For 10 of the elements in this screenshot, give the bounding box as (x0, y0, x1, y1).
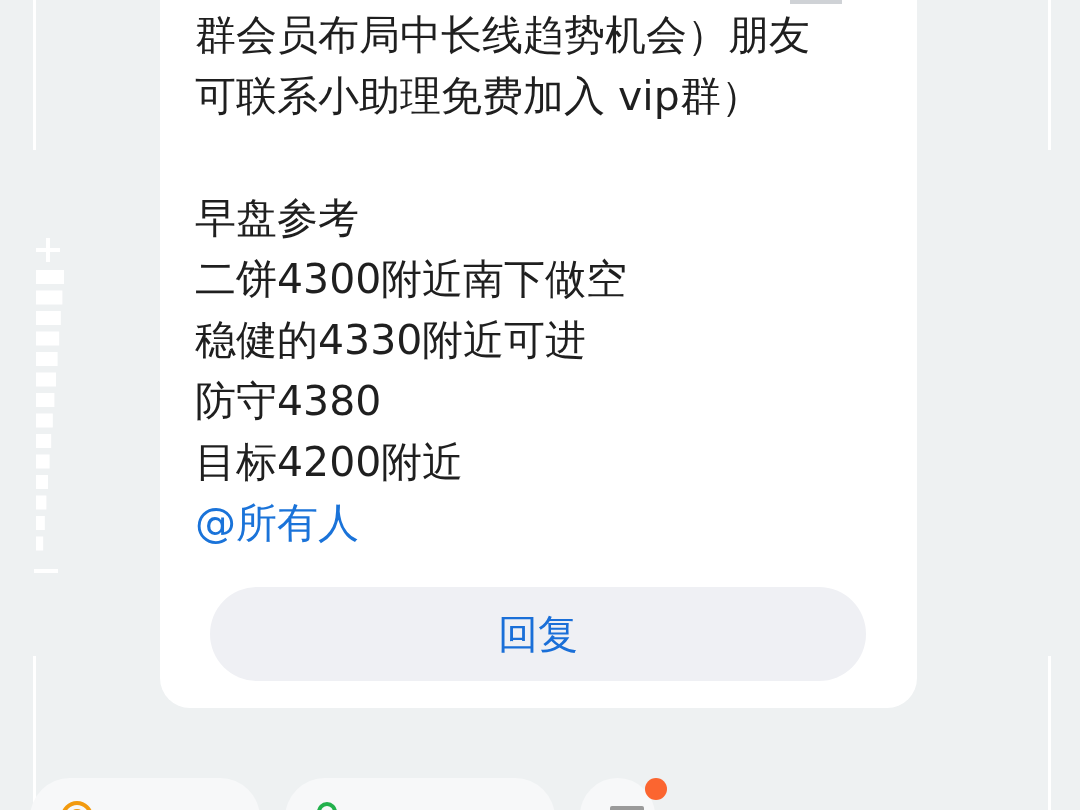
reply-button[interactable]: 回复 (210, 587, 866, 681)
message-line: 目标4200附近 (195, 437, 465, 488)
message-line: 二饼4300附近南下做空 (195, 254, 629, 305)
message-line: 群会员布局中长线趋势机会）朋友 (195, 10, 811, 61)
message-line: 防守4380 (195, 376, 383, 427)
message-line: 稳健的4330附近可进 (195, 315, 588, 366)
message-line: 早盘参考 (195, 193, 360, 244)
handle-bar (790, 0, 842, 4)
message-line: 可联系小助理免费加入 vip群） (195, 71, 763, 122)
mention-link[interactable]: @所有人 (195, 493, 867, 554)
